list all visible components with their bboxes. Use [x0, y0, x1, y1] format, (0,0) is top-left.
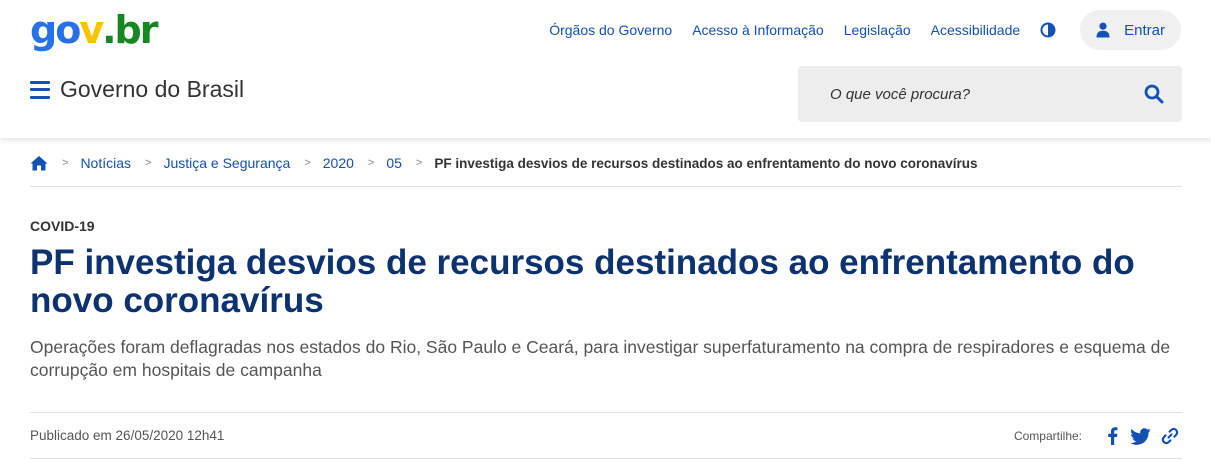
login-label: Entrar [1124, 21, 1165, 39]
article-tag: COVID-19 [30, 218, 95, 234]
breadcrumb-current: PF investiga desvios de recursos destina… [434, 155, 978, 171]
facebook-icon[interactable] [1101, 426, 1123, 446]
search-icon [1144, 84, 1164, 104]
breadcrumb-item-2020[interactable]: 2020 [323, 155, 354, 171]
link-icon[interactable] [1159, 426, 1181, 446]
publish-date: Publicado em 26/05/2020 12h41 [30, 428, 225, 443]
home-icon[interactable] [30, 155, 48, 171]
link-orgaos-do-governo[interactable]: Órgãos do Governo [549, 22, 672, 38]
chevron-right-icon: > [415, 157, 423, 169]
govbr-logo[interactable]: go v .br [30, 6, 158, 54]
site-title[interactable]: Governo do Brasil [60, 76, 244, 103]
share-label: Compartilhe: [1013, 429, 1082, 443]
search-input[interactable] [830, 85, 1126, 103]
search-bar [798, 66, 1182, 122]
divider [30, 458, 1182, 459]
article-title: PF investiga desvios de recursos destina… [30, 243, 1135, 320]
chevron-right-icon: > [62, 157, 69, 169]
breadcrumb-item-justica-e-seguranca[interactable]: Justiça e Segurança [163, 155, 290, 171]
breadcrumb: > Notícias > Justiça e Segurança > 2020 … [30, 152, 1182, 174]
logo-part-v: v [79, 8, 104, 52]
header-links: Órgãos do Governo Acesso à Informação Le… [549, 8, 1181, 52]
link-acessibilidade[interactable]: Acessibilidade [931, 22, 1021, 38]
site-header: go v .br Órgãos do Governo Acesso à Inform… [0, 0, 1211, 138]
login-button[interactable]: Entrar [1080, 10, 1181, 50]
link-legislacao[interactable]: Legislação [844, 22, 911, 38]
twitter-icon[interactable] [1130, 426, 1152, 446]
breadcrumb-item-noticias[interactable]: Notícias [80, 155, 131, 171]
link-acesso-a-informacao[interactable]: Acesso à Informação [692, 22, 824, 38]
logo-part-br: .br [102, 8, 158, 52]
chevron-right-icon: > [367, 157, 375, 169]
menu-row: Governo do Brasil [30, 76, 244, 103]
user-icon [1096, 22, 1110, 38]
share-bar: Compartilhe: [1014, 426, 1181, 446]
contrast-icon[interactable] [1040, 22, 1056, 38]
search-button[interactable] [1126, 66, 1182, 122]
hamburger-menu-icon[interactable] [30, 80, 50, 99]
divider [30, 186, 1182, 187]
divider [30, 412, 1182, 413]
chevron-right-icon: > [304, 157, 311, 169]
logo-part-go: go [30, 8, 81, 52]
chevron-right-icon: > [145, 157, 152, 169]
breadcrumb-item-05[interactable]: 05 [386, 155, 402, 171]
article-subtitle: Operações foram deflagradas nos estados … [30, 337, 1171, 380]
